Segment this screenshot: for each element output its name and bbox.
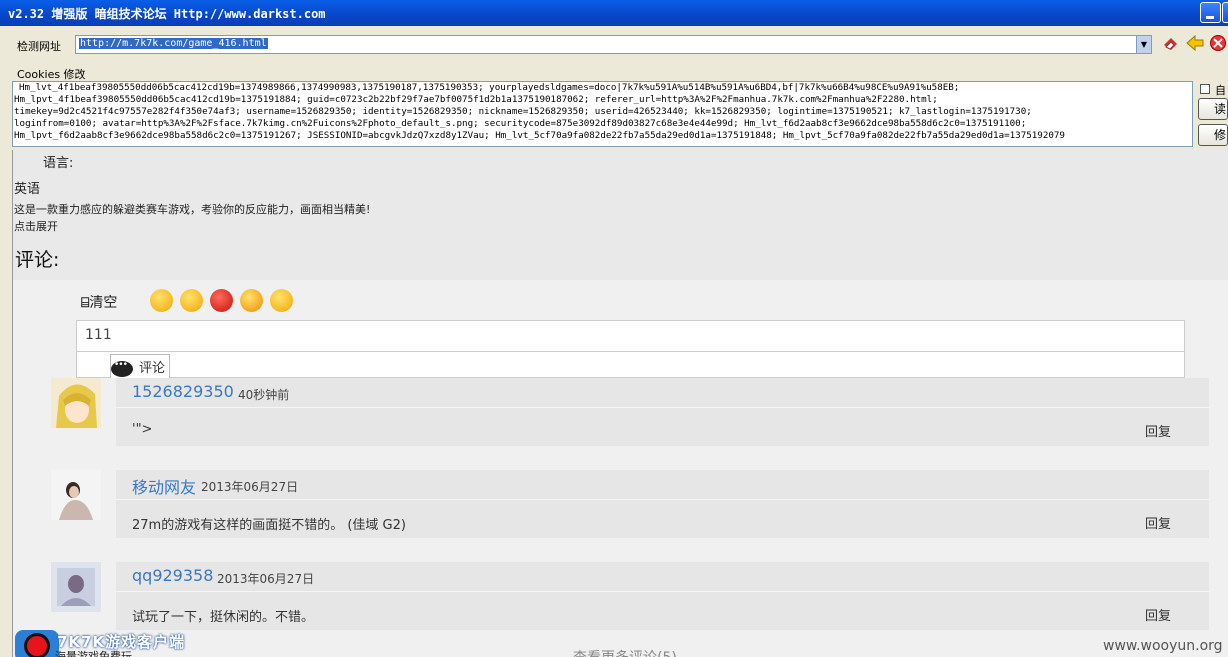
reply-link[interactable]: 回复 (1145, 513, 1171, 532)
language-label: 语言: (43, 156, 74, 171)
comment-item: 1526829350 40秒钟前 '"> 回复 (13, 378, 1228, 456)
comment-time: 2013年06月27日 (217, 572, 315, 586)
maximize-button[interactable] (1222, 2, 1228, 23)
emoji-wink-icon[interactable] (270, 289, 293, 312)
comment-time: 40秒钟前 (238, 388, 290, 402)
submit-comment-label: 评论 (139, 361, 166, 376)
url-value[interactable]: http://m.7k7k.com/game_416.html (79, 38, 268, 49)
submit-comment-button[interactable]: 评论 (110, 354, 171, 378)
comment-action-row: 评论 (76, 352, 1185, 378)
stop-icon[interactable] (1209, 34, 1227, 52)
expand-link[interactable]: 点击展开 (14, 218, 58, 234)
cookie-line: Hm_lpvt_4f1beaf39805550dd06b5cac412cd19b… (14, 94, 938, 105)
cookie-line: Hm_lpvt_f6d2aab8cf3e9662dce98ba558d6c2c0… (14, 130, 1065, 141)
comment-box: qq929358 2013年06月27日 试玩了一下，挺休闲的。不错。 回复 (116, 562, 1209, 630)
7k7k-client-icon (15, 630, 59, 657)
comment-username[interactable]: 1526829350 (132, 382, 234, 401)
comment-username[interactable]: qq929358 (132, 566, 213, 585)
title-bar: v2.32 增强版 暗组技术论坛 Http://www.darkst.com (0, 0, 1228, 26)
modify-button[interactable]: 修 (1198, 124, 1228, 146)
auto-label: 自 (1215, 84, 1226, 97)
back-arrow-icon[interactable] (1186, 34, 1204, 52)
client-subtitle: 海量游戏免费玩 (55, 650, 132, 657)
emoji-smile-icon[interactable] (150, 289, 173, 312)
minimize-button[interactable] (1200, 2, 1221, 23)
comment-time: 2013年06月27日 (201, 480, 299, 494)
reply-link[interactable]: 回复 (1145, 605, 1171, 624)
comments-heading: 评论: (15, 249, 60, 271)
comment-text: '"> (132, 422, 153, 437)
avatar (51, 470, 101, 520)
client-download-badge[interactable]: 7K7K游戏客户端 海量游戏免费玩 (13, 630, 213, 657)
avatar (51, 378, 101, 428)
auto-checkbox[interactable] (1200, 84, 1210, 94)
game-description: 这是一款重力感应的躲避类赛车游戏，考验你的反应能力，画面相当精美! (14, 203, 371, 216)
more-comments-link[interactable]: 查看更多评论(5) (573, 647, 677, 657)
comment-box: 移动网友 2013年06月27日 27m的游戏有这样的画面挺不错的。 (佳域 G… (116, 470, 1209, 538)
url-combobox[interactable]: http://m.7k7k.com/game_416.html ▼ (75, 35, 1152, 54)
dropdown-arrow-icon[interactable]: ▼ (1136, 36, 1151, 53)
watermark: www.wooyun.org (1103, 638, 1223, 654)
comment-item: qq929358 2013年06月27日 试玩了一下，挺休闲的。不错。 回复 (13, 562, 1228, 640)
web-page-view: 语言: 英语 这是一款重力感应的躲避类赛车游戏，考验你的反应能力，画面相当精美!… (12, 150, 1228, 657)
cookie-line: loginfrom=0100; avatar=http%3A%2F%2Fsfac… (14, 118, 1027, 129)
clear-label: 清空 (89, 295, 118, 311)
eraser-icon[interactable] (1162, 34, 1180, 52)
comment-header: qq929358 2013年06月27日 (116, 562, 1209, 592)
comment-text: 27m的游戏有这样的画面挺不错的。 (佳域 G2) (132, 518, 406, 533)
read-button[interactable]: 读 (1198, 98, 1228, 120)
comment-box: 1526829350 40秒钟前 '"> 回复 (116, 378, 1209, 446)
clear-button[interactable]: ⌸清空 (81, 292, 117, 312)
cookie-line: timekey=9d2c4521f4c97557e282f4f350e74af3… (14, 106, 1032, 117)
language-value: 英语 (14, 182, 41, 197)
comment-header: 移动网友 2013年06月27日 (116, 470, 1209, 500)
emoji-angry-icon[interactable] (210, 289, 233, 312)
window-title: v2.32 增强版 暗组技术论坛 Http://www.darkst.com (8, 7, 326, 21)
comment-input[interactable]: 111 (76, 320, 1185, 352)
speech-bubble-icon (111, 360, 133, 377)
reply-link[interactable]: 回复 (1145, 421, 1171, 440)
comment-text: 试玩了一下，挺休闲的。不错。 (132, 610, 315, 625)
cookies-label: Cookies 修改 (17, 68, 86, 81)
cookies-textarea[interactable]: Hm_lvt_4f1beaf39805550dd06b5cac412cd19b=… (12, 81, 1193, 147)
comment-header: 1526829350 40秒钟前 (116, 378, 1209, 408)
url-label: 检测网址 (17, 40, 61, 53)
emoji-grin-icon[interactable] (180, 289, 203, 312)
comment-item: 移动网友 2013年06月27日 27m的游戏有这样的画面挺不错的。 (佳域 G… (13, 470, 1228, 548)
comment-username[interactable]: 移动网友 (132, 474, 196, 498)
cookie-line: Hm_lvt_4f1beaf39805550dd06b5cac412cd19b=… (19, 82, 960, 93)
avatar (51, 562, 101, 612)
emoji-love-icon[interactable] (240, 289, 263, 312)
